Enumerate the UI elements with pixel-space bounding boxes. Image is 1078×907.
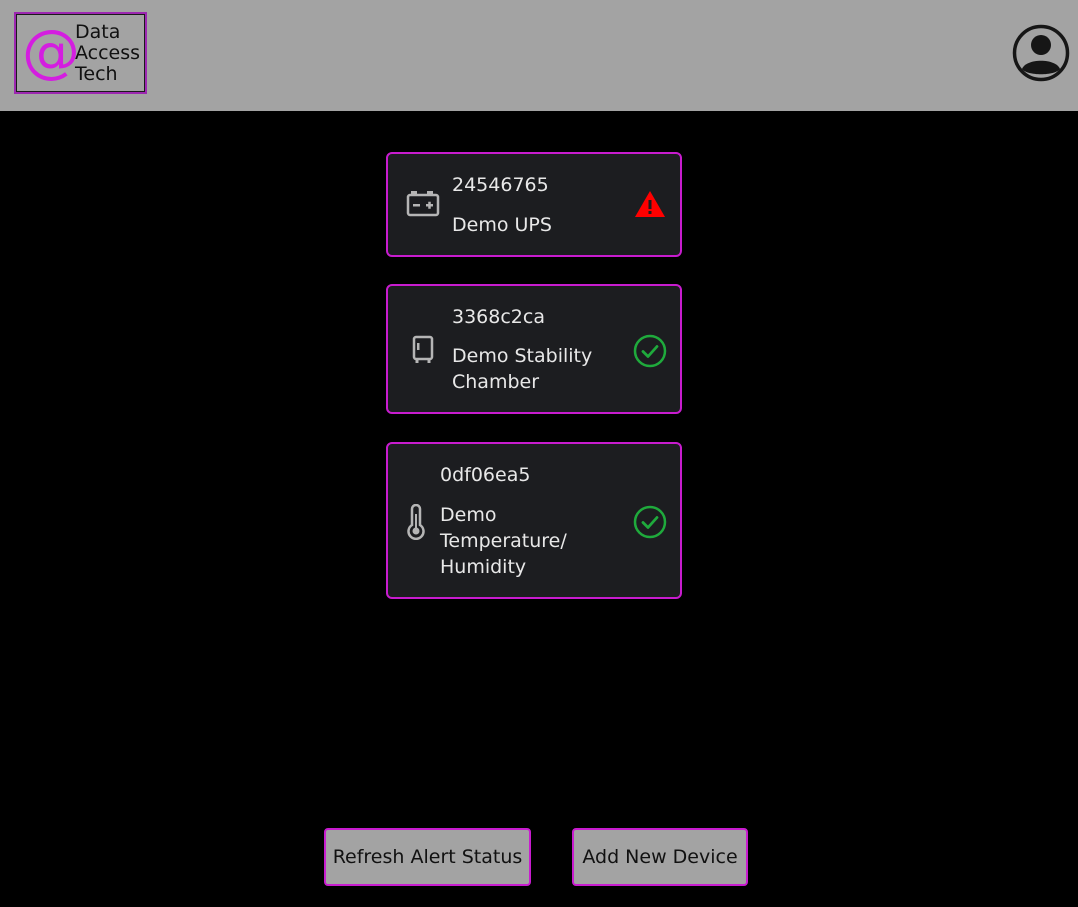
- check-circle-icon: [633, 334, 667, 368]
- logo-wordmark: Data Access Tech: [75, 22, 140, 85]
- logo-line-1: Data: [75, 21, 121, 43]
- company-logo[interactable]: @ Data Access Tech: [14, 12, 147, 94]
- user-account-icon: [1012, 24, 1070, 82]
- warning-triangle-icon: [635, 191, 665, 217]
- device-card[interactable]: 3368c2ca Demo Stability Chamber: [386, 284, 682, 414]
- device-card[interactable]: 0df06ea5 Demo Temperature/ Humidity: [386, 442, 682, 599]
- add-new-device-button[interactable]: Add New Device: [572, 828, 748, 886]
- device-id: 0df06ea5: [440, 464, 531, 486]
- device-id: 24546765: [452, 174, 549, 196]
- check-circle-icon: [633, 505, 667, 539]
- device-card[interactable]: 24546765 Demo UPS: [386, 152, 682, 257]
- logo-line-2: Access: [75, 42, 141, 64]
- logo-line-3: Tech: [75, 63, 118, 85]
- battery-icon: [406, 191, 440, 217]
- device-name: Demo Temperature/ Humidity: [440, 504, 567, 578]
- device-name: Demo UPS: [452, 214, 552, 236]
- user-account-button[interactable]: [1012, 24, 1070, 82]
- logo-at-symbol: @: [22, 17, 80, 85]
- device-name: Demo Stability Chamber: [452, 345, 593, 393]
- thermometer-icon: [407, 504, 425, 540]
- device-id: 3368c2ca: [452, 306, 545, 328]
- app-header: @ Data Access Tech: [0, 0, 1078, 111]
- chamber-icon: [412, 335, 434, 363]
- refresh-alert-status-button[interactable]: Refresh Alert Status: [324, 828, 531, 886]
